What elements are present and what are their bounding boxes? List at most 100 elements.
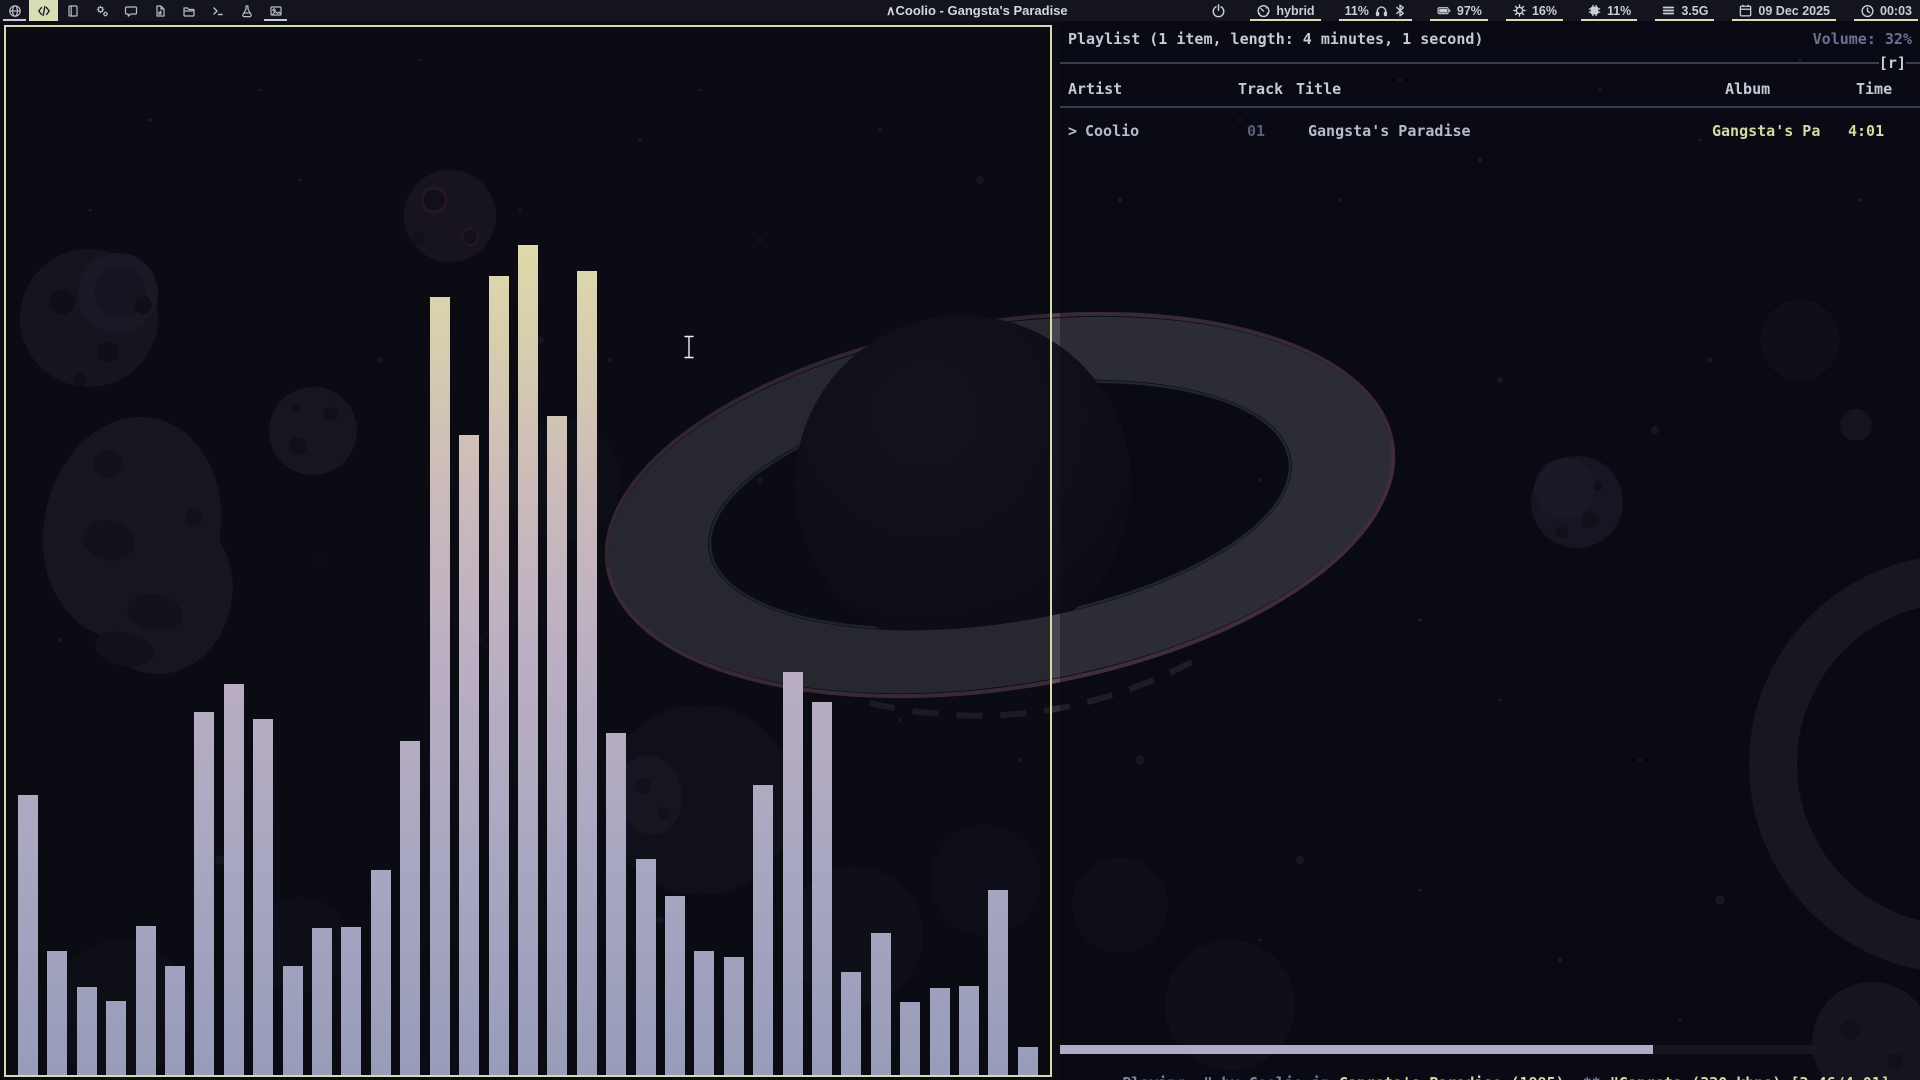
visualizer-bar — [518, 245, 538, 1075]
tray-cpu[interactable]: 16% — [1510, 0, 1559, 21]
separator-with-mode: [r] — [1060, 54, 1920, 72]
battery-label: 97% — [1457, 4, 1482, 18]
visualizer-bar — [636, 859, 656, 1075]
visualizer-bar — [900, 1002, 920, 1075]
progress-bar[interactable] — [1060, 1045, 1920, 1054]
network-label: 3.5G — [1681, 4, 1708, 18]
visualizer-bar — [312, 928, 332, 1075]
workspace-settings[interactable] — [87, 0, 116, 21]
visualizer-bar — [724, 957, 744, 1075]
visualizer-bar — [812, 702, 832, 1075]
visualizer-bar — [547, 416, 567, 1075]
playlist-row[interactable]: > Coolio 01 Gangsta's Paradise Gangsta's… — [1060, 122, 1920, 142]
visualizer-bar — [841, 972, 861, 1075]
visualizer-bar — [606, 733, 626, 1075]
visualizer-bar — [489, 276, 509, 1075]
workspace-files[interactable] — [174, 0, 203, 21]
status-album-info: Gangsta's Paradise (1995) — [1339, 1074, 1565, 1080]
tray-network[interactable]: 3.5G — [1659, 0, 1710, 21]
date-label: 09 Dec 2025 — [1758, 4, 1830, 18]
visualizer-bar — [459, 435, 479, 1075]
player-status: Playing: " by Coolio in Gangsta's Paradi… — [1068, 1056, 1890, 1076]
music-player-window[interactable]: Playlist (1 item, length: 4 minutes, 1 s… — [1060, 21, 1920, 1080]
book-icon — [66, 4, 80, 18]
column-time: Time — [1856, 80, 1892, 98]
visualizer-bar — [77, 987, 97, 1075]
progress-fill — [1060, 1045, 1653, 1054]
workspace-notes[interactable] — [58, 0, 87, 21]
code-icon — [37, 4, 51, 18]
visualizer-bar — [783, 672, 803, 1075]
visualizer-bar — [694, 951, 714, 1075]
clock-icon — [1860, 3, 1875, 18]
workspace-switcher — [0, 0, 290, 21]
workspace-terminal[interactable] — [203, 0, 232, 21]
folder-icon — [182, 4, 196, 18]
column-album: Album — [1725, 80, 1770, 98]
column-artist: Artist — [1068, 80, 1122, 98]
workspace-code[interactable] — [29, 0, 58, 21]
playlist-header-row: Artist Track Title Album Time — [1060, 80, 1920, 100]
track-artist: Coolio — [1085, 122, 1139, 140]
tray-power[interactable] — [1209, 0, 1228, 21]
track-title: Gangsta's Paradise — [1308, 122, 1471, 140]
cpu-gear-icon — [1512, 3, 1527, 18]
visualizer-window[interactable] — [4, 25, 1052, 1077]
visualizer-bar — [165, 966, 185, 1075]
separator-line-tail — [1906, 62, 1920, 64]
power-profile-label: hybrid — [1276, 4, 1314, 18]
chip-icon — [1587, 3, 1602, 18]
workspace-chat[interactable] — [116, 0, 145, 21]
visualizer-bar — [47, 951, 67, 1075]
visualizer-bar — [871, 933, 891, 1075]
volume-indicator: Volume: 32% — [1813, 30, 1912, 50]
visualizer-bar — [224, 684, 244, 1075]
track-number: 01 — [1247, 122, 1265, 140]
flask-icon — [240, 4, 254, 18]
tray-clock[interactable]: 00:03 — [1858, 0, 1914, 21]
mode-indicator: [r] — [1879, 54, 1906, 72]
track-time: 4:01 — [1848, 122, 1884, 140]
audio-volume-label: 11% — [1345, 4, 1369, 18]
playlist-summary: Playlist (1 item, length: 4 minutes, 1 s… — [1068, 30, 1483, 50]
tray-battery[interactable]: 97% — [1434, 0, 1484, 21]
visualizer-bar — [341, 927, 361, 1075]
visualizer-bar — [988, 890, 1008, 1075]
workspace-browser[interactable] — [0, 0, 29, 21]
column-track: Track — [1238, 80, 1283, 98]
column-title: Title — [1296, 80, 1341, 98]
visualizer-bar — [430, 297, 450, 1075]
tray-audio[interactable]: 11% — [1343, 0, 1408, 21]
workspace-documents[interactable] — [145, 0, 174, 21]
visualizer-bar — [577, 271, 597, 1075]
separator-line — [1060, 62, 1879, 64]
tray-memory[interactable]: 11% — [1585, 0, 1633, 21]
cpu-label: 16% — [1532, 4, 1557, 18]
menu-lines-icon — [1661, 3, 1676, 18]
globe-icon — [8, 4, 22, 18]
status-track-info: "Gangsta (320 kbps) [2:46/4:01] — [1610, 1074, 1890, 1080]
status-separator: ** — [1565, 1074, 1610, 1080]
visualizer-bar — [959, 986, 979, 1075]
tray-date[interactable]: 09 Dec 2025 — [1736, 0, 1832, 21]
clock-label: 00:03 — [1880, 4, 1912, 18]
visualizer-bar — [106, 1001, 126, 1075]
track-album: Gangsta's Pa — [1712, 122, 1820, 140]
chat-bubble-icon — [124, 4, 138, 18]
desktop: ∧Coolio - Gangsta's Paradise hybrid 11% — [0, 0, 1920, 1080]
top-status-bar: ∧Coolio - Gangsta's Paradise hybrid 11% — [0, 0, 1920, 21]
visualizer-bar — [753, 785, 773, 1075]
current-track-marker: > — [1068, 122, 1077, 140]
workspace-lab[interactable] — [232, 0, 261, 21]
visualizer-bar — [400, 741, 420, 1075]
battery-icon — [1436, 3, 1452, 18]
tray-power-profile[interactable]: hybrid — [1254, 0, 1316, 21]
terminal-icon — [211, 4, 225, 18]
workspace-media[interactable] — [261, 0, 290, 21]
visualizer-bar — [1018, 1047, 1038, 1075]
visualizer-bar — [136, 926, 156, 1075]
bluetooth-icon — [1394, 3, 1406, 18]
calendar-icon — [1738, 3, 1753, 18]
gears-icon — [95, 4, 109, 18]
text-cursor-pointer — [682, 334, 696, 360]
